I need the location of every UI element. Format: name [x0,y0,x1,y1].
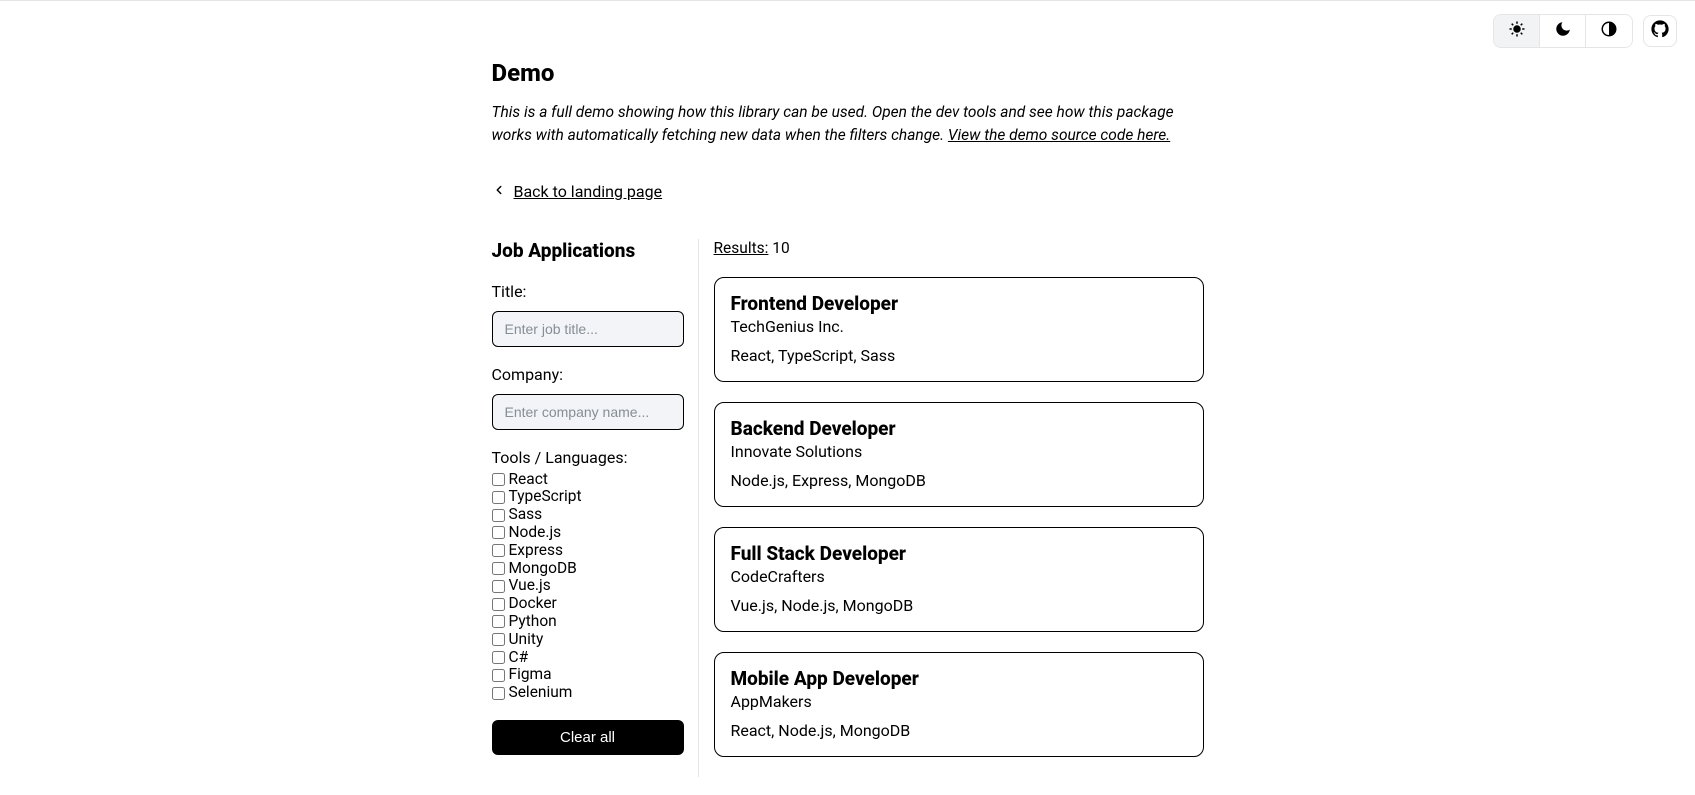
tool-checkbox-row[interactable]: TypeScript [492,488,684,506]
results-count: Results: 10 [714,239,1204,257]
tool-checkbox-row[interactable]: React [492,471,684,489]
tool-checkbox-label: React [509,471,548,489]
tool-checkbox-label: TypeScript [509,488,582,506]
tool-checkbox-row[interactable]: Docker [492,595,684,613]
theme-auto-button[interactable] [1586,15,1632,47]
tool-checkbox-label: Docker [509,595,557,613]
tool-checkbox-row[interactable]: Vue.js [492,577,684,595]
job-company: CodeCrafters [731,567,1187,586]
results-panel: Results: 10 Frontend Developer TechGenius… [699,239,1204,777]
job-skills: Vue.js, Node.js, MongoDB [731,596,1187,615]
tool-checkbox-label: Selenium [509,684,573,702]
filters-sidebar: Job Applications Title: Company: Tools /… [492,239,699,777]
tools-filter-label: Tools / Languages: [492,448,684,467]
tool-checkbox[interactable] [492,580,505,593]
tool-checkbox[interactable] [492,562,505,575]
tool-checkbox-label: C# [509,649,529,667]
title-input[interactable] [492,311,684,347]
results-count-value: 10 [772,239,789,257]
tool-checkbox-row[interactable]: Figma [492,666,684,684]
job-company: TechGenius Inc. [731,317,1187,336]
tool-checkbox-label: Unity [509,631,544,649]
tool-checkbox[interactable] [492,491,505,504]
tool-checkbox-label: Figma [509,666,552,684]
tool-checkbox-label: Express [509,542,564,560]
github-icon [1651,20,1669,42]
tool-checkbox[interactable] [492,615,505,628]
company-filter-label: Company: [492,365,684,384]
job-title: Backend Developer [731,417,1187,440]
theme-light-button[interactable] [1494,15,1540,47]
source-code-link[interactable]: View the demo source code here. [948,126,1170,144]
job-skills: Node.js, Express, MongoDB [731,471,1187,490]
tool-checkbox[interactable] [492,687,505,700]
job-skills: React, TypeScript, Sass [731,346,1187,365]
tool-checkbox-label: Python [509,613,557,631]
job-company: Innovate Solutions [731,442,1187,461]
tool-checkbox[interactable] [492,526,505,539]
job-title: Full Stack Developer [731,542,1187,565]
tools-checkbox-list: ReactTypeScriptSassNode.jsExpressMongoDB… [492,471,684,703]
job-title: Mobile App Developer [731,667,1187,690]
tool-checkbox[interactable] [492,544,505,557]
job-skills: React, Node.js, MongoDB [731,721,1187,740]
moon-icon [1554,20,1572,42]
sidebar-heading: Job Applications [492,239,684,262]
tool-checkbox[interactable] [492,509,505,522]
tool-checkbox-row[interactable]: Node.js [492,524,684,542]
theme-dark-button[interactable] [1540,15,1586,47]
contrast-icon [1600,20,1618,42]
tool-checkbox-row[interactable]: Python [492,613,684,631]
chevron-left-icon [492,182,506,201]
tool-checkbox-label: Sass [509,506,543,524]
tool-checkbox-row[interactable]: C# [492,649,684,667]
tool-checkbox-row[interactable]: Express [492,542,684,560]
results-count-label: Results: [714,239,769,257]
theme-toolbar [1493,14,1677,48]
job-card[interactable]: Backend Developer Innovate Solutions Node.… [714,402,1204,507]
tool-checkbox-label: MongoDB [509,560,577,578]
theme-toggle-group [1493,14,1633,48]
page-description: This is a full demo showing how this lib… [492,101,1204,148]
tool-checkbox-row[interactable]: Selenium [492,684,684,702]
back-to-landing-link[interactable]: Back to landing page [492,182,663,201]
github-link[interactable] [1643,15,1677,47]
job-card[interactable]: Full Stack Developer CodeCrafters Vue.js, … [714,527,1204,632]
tool-checkbox-row[interactable]: Sass [492,506,684,524]
title-filter-label: Title: [492,282,684,301]
tool-checkbox[interactable] [492,633,505,646]
company-input[interactable] [492,394,684,430]
job-company: AppMakers [731,692,1187,711]
tool-checkbox[interactable] [492,473,505,486]
tool-checkbox[interactable] [492,669,505,682]
tool-checkbox-row[interactable]: MongoDB [492,560,684,578]
tool-checkbox[interactable] [492,651,505,664]
job-card[interactable]: Frontend Developer TechGenius Inc. React, … [714,277,1204,382]
tool-checkbox-label: Vue.js [509,577,551,595]
tool-checkbox-label: Node.js [509,524,562,542]
back-link-text: Back to landing page [514,182,663,201]
page-title: Demo [492,59,1204,87]
job-list: Frontend Developer TechGenius Inc. React, … [714,277,1204,757]
clear-all-button[interactable]: Clear all [492,720,684,755]
tool-checkbox[interactable] [492,598,505,611]
tool-checkbox-row[interactable]: Unity [492,631,684,649]
job-card[interactable]: Mobile App Developer AppMakers React, Node… [714,652,1204,757]
job-title: Frontend Developer [731,292,1187,315]
sun-icon [1508,20,1526,42]
